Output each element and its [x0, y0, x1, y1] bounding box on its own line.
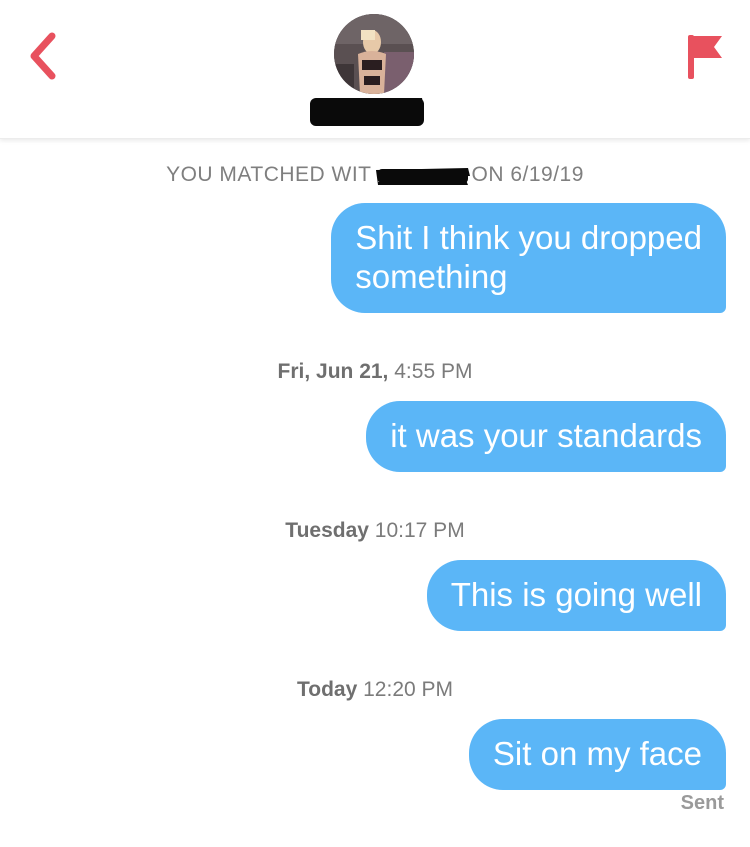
timestamp-time: 4:55 PM	[394, 360, 473, 383]
timestamp-day: Tuesday	[285, 519, 369, 542]
report-button[interactable]	[684, 32, 728, 82]
message-bubble[interactable]: it was your standards	[366, 401, 726, 472]
message-status: Sent	[680, 792, 724, 814]
message-bubble[interactable]: Sit on my face	[468, 719, 726, 790]
match-info: YOU MATCHED WIT ON 6/19/19	[0, 163, 750, 187]
message-text: Sit on my face	[492, 735, 702, 772]
message-timestamp: Tuesday 10:17 PM	[0, 519, 750, 543]
redaction-scribble	[310, 98, 424, 126]
timestamp-day: Today	[296, 678, 358, 701]
flag-icon	[688, 35, 722, 79]
chat-screen: YOU MATCHED WIT ON 6/19/19 Shit I think y…	[0, 0, 750, 847]
match-prefix: YOU MATCHED WIT	[166, 163, 372, 186]
match-avatar[interactable]	[334, 14, 414, 94]
message-text: it was your standards	[390, 417, 702, 454]
timestamp-time: 12:20 PM	[363, 678, 454, 701]
chevron-left-icon	[30, 32, 56, 80]
message-bubble[interactable]: This is going well	[426, 560, 726, 631]
match-suffix: ON 6/19/19	[471, 163, 584, 186]
timestamp-day: Fri, Jun 21,	[277, 360, 389, 383]
message-timestamp: Fri, Jun 21, 4:55 PM	[0, 360, 750, 384]
message-bubble[interactable]: Shit I think you dropped something	[331, 203, 726, 313]
timestamp-time: 10:17 PM	[374, 519, 465, 542]
back-button[interactable]	[22, 30, 66, 82]
chat-header	[0, 0, 750, 139]
redacted-name-inline	[372, 164, 472, 186]
message-timestamp: Today 12:20 PM	[0, 678, 750, 702]
message-text: This is going well	[450, 576, 702, 613]
redacted-match-name[interactable]	[306, 92, 426, 128]
message-text: Shit I think you dropped	[355, 219, 702, 256]
message-text: something	[355, 258, 508, 295]
avatar-photo	[334, 14, 414, 94]
